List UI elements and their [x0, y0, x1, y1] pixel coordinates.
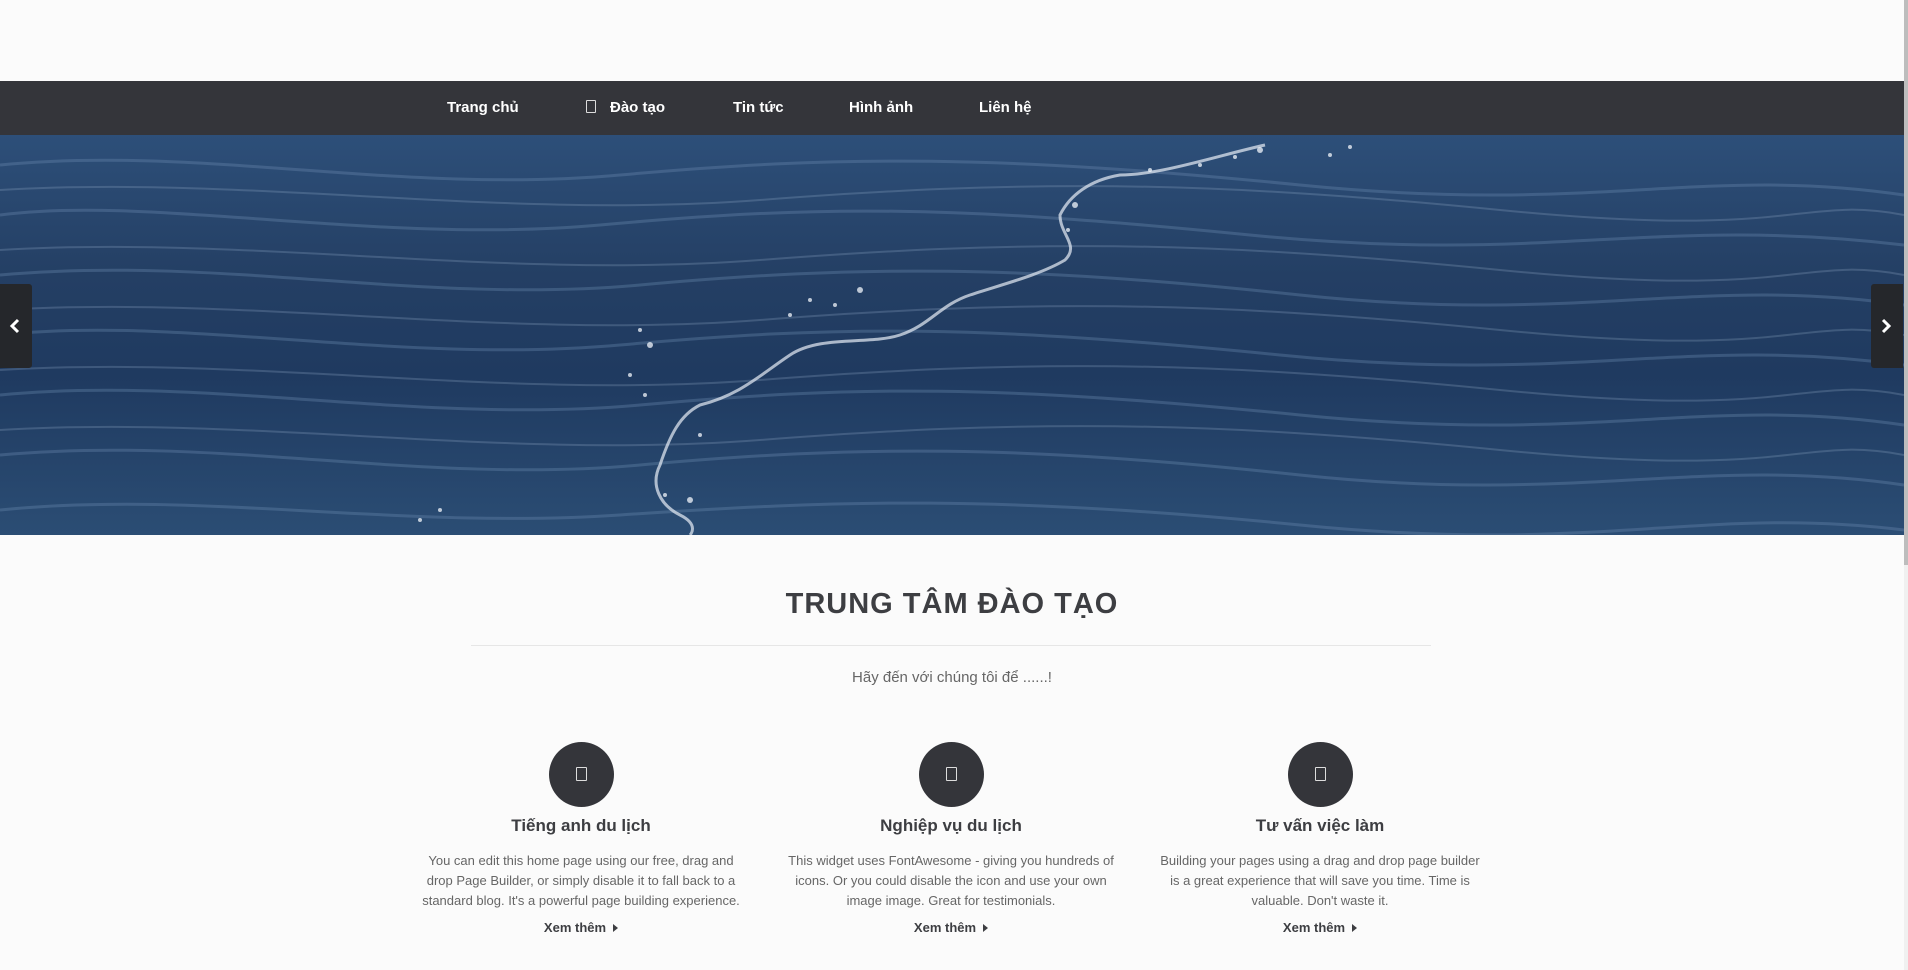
feature-title: Tiếng anh du lịch — [511, 816, 651, 835]
feature-icon-circle — [548, 742, 614, 807]
main-navbar: Trang chủ Đào tạo Tin tức Hình ảnh Liên … — [0, 81, 1904, 135]
section-subtitle: Hãy đến với chúng tôi để ......! — [852, 669, 1052, 686]
section-divider — [471, 645, 1431, 646]
slider-next-button[interactable] — [1871, 284, 1903, 368]
feature-icon-circle — [1287, 742, 1353, 807]
feature-description: Building your pages using a drag and dro… — [1160, 853, 1480, 908]
nav-item-label: Liên hệ — [979, 99, 1032, 116]
feature-title: Nghiệp vụ du lịch — [880, 816, 1022, 835]
top-header-space — [0, 0, 1908, 81]
read-more-link[interactable]: Xem thêm — [543, 920, 619, 935]
feature-description: You can edit this home page using our fr… — [422, 853, 740, 908]
hero-slider-image — [0, 135, 1904, 535]
feature-card: Nghiệp vụ du lịch This widget uses FontA… — [786, 742, 1116, 937]
read-more-label: Xem thêm — [1282, 920, 1346, 935]
box-icon — [945, 767, 957, 781]
caret-right-icon — [1352, 924, 1358, 932]
feature-title: Tư vấn việc làm — [1255, 816, 1385, 835]
box-icon — [586, 100, 596, 113]
feature-card: Tư vấn việc làm Building your pages usin… — [1155, 742, 1485, 937]
box-icon — [1314, 767, 1326, 781]
nav-item-contact[interactable]: Liên hệ — [979, 81, 1032, 135]
read-more-link[interactable]: Xem thêm — [913, 920, 989, 935]
feature-icon-circle — [918, 742, 984, 807]
chevron-left-icon — [9, 318, 20, 334]
box-icon — [575, 767, 587, 781]
nav-item-label: Đào tạo — [610, 99, 666, 116]
nav-item-home[interactable]: Trang chủ — [447, 81, 519, 135]
nav-item-label: Trang chủ — [447, 99, 519, 116]
nav-item-label: Hình ảnh — [849, 99, 914, 116]
caret-right-icon — [613, 924, 619, 932]
section-title: TRUNG TÂM ĐÀO TẠO — [785, 588, 1119, 620]
nav-item-gallery[interactable]: Hình ảnh — [849, 81, 913, 135]
water-waves-graphic — [0, 143, 1904, 535]
chevron-right-icon — [1881, 318, 1892, 334]
nav-item-label: Tin tức — [733, 99, 784, 116]
scrollbar-thumb[interactable] — [1904, 0, 1908, 565]
nav-item-training[interactable]: Đào tạo — [586, 81, 665, 135]
feature-description: This widget uses FontAwesome - giving yo… — [788, 853, 1114, 908]
caret-right-icon — [983, 924, 989, 932]
read-more-link[interactable]: Xem thêm — [1282, 920, 1358, 935]
nav-item-news[interactable]: Tin tức — [733, 81, 784, 135]
read-more-label: Xem thêm — [543, 920, 607, 935]
read-more-label: Xem thêm — [913, 920, 977, 935]
feature-card: Tiếng anh du lịch You can edit this home… — [416, 742, 746, 937]
slider-prev-button[interactable] — [0, 284, 32, 368]
